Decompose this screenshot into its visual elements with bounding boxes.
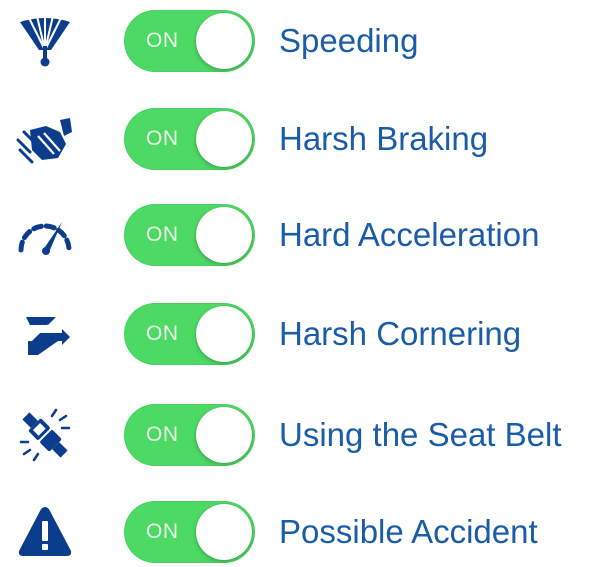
zigzag-turn-icon [16, 305, 74, 363]
toggle-state-text: ON [146, 127, 179, 150]
toggle-state-text: ON [146, 29, 179, 52]
setting-row-possible-accident: ON Possible Accident [0, 497, 603, 567]
toggle-state-text: ON [146, 322, 179, 345]
harsh-braking-toggle[interactable]: ON [124, 108, 255, 170]
toggle-knob [196, 407, 252, 463]
setting-label: Using the Seat Belt [279, 416, 562, 453]
toggle-state-text: ON [146, 423, 179, 446]
warning-triangle-icon [16, 503, 74, 561]
setting-row-speeding: ON Speeding [0, 6, 603, 76]
setting-label: Hard Acceleration [279, 216, 540, 253]
seatbelt-buckle-icon [16, 406, 74, 464]
toggle-knob [196, 111, 252, 167]
setting-row-harsh-braking: ON Harsh Braking [0, 104, 603, 174]
setting-label: Possible Accident [279, 513, 538, 550]
speedometer-bar-icon [16, 12, 74, 70]
setting-row-seat-belt: ON Using the Seat Belt [0, 400, 603, 470]
possible-accident-toggle[interactable]: ON [124, 501, 255, 563]
toggle-knob [196, 13, 252, 69]
seat-belt-toggle[interactable]: ON [124, 404, 255, 466]
hard-acceleration-toggle[interactable]: ON [124, 204, 255, 266]
harsh-cornering-toggle[interactable]: ON [124, 303, 255, 365]
braking-foot-icon [16, 110, 74, 168]
alert-settings-list: ON Speeding ON Harsh Braking ON Hard Acc… [0, 0, 603, 567]
setting-label: Harsh Cornering [279, 315, 522, 352]
toggle-knob [196, 207, 252, 263]
setting-label: Harsh Braking [279, 120, 489, 157]
toggle-state-text: ON [146, 223, 179, 246]
toggle-knob [196, 306, 252, 362]
speeding-toggle[interactable]: ON [124, 10, 255, 72]
setting-row-hard-acceleration: ON Hard Acceleration [0, 200, 603, 270]
toggle-state-text: ON [146, 520, 179, 543]
setting-row-harsh-cornering: ON Harsh Cornering [0, 299, 603, 369]
speed-gauge-icon [16, 206, 74, 264]
setting-label: Speeding [279, 22, 419, 59]
toggle-knob [196, 504, 252, 560]
